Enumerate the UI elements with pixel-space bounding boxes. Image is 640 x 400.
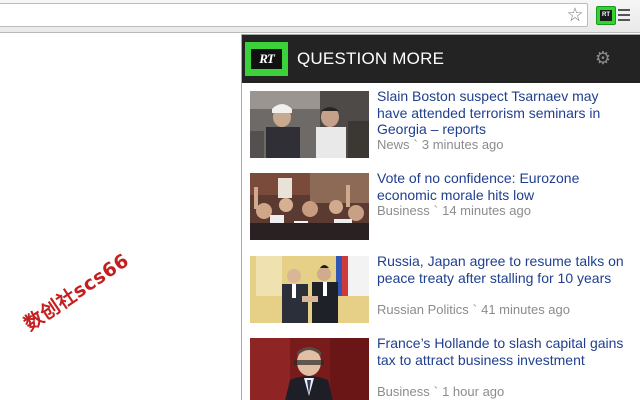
news-category: Russian Politics bbox=[377, 302, 469, 317]
news-headline-link[interactable]: Russia, Japan agree to resume talks on p… bbox=[377, 253, 627, 286]
news-category: Business bbox=[377, 384, 430, 399]
news-item[interactable]: Slain Boston suspect Tsarnaev may have a… bbox=[242, 83, 640, 161]
watermark-text: 数创社scs66 bbox=[20, 249, 134, 336]
news-timestamp: 41 minutes ago bbox=[481, 302, 571, 317]
popup-title: QUESTION MORE bbox=[297, 49, 445, 68]
news-timestamp: 3 minutes ago bbox=[421, 137, 504, 152]
rt-extension-logo-icon: RT bbox=[600, 10, 612, 21]
rt-extension-button[interactable]: RT bbox=[596, 6, 616, 25]
news-headline-link[interactable]: Vote of no confidence: Eurozone economic… bbox=[377, 170, 627, 203]
news-category: Business bbox=[377, 203, 430, 218]
news-item[interactable]: France’s Hollande to slash capital gains… bbox=[242, 330, 640, 400]
popup-header: RT QUESTION MORE ⚙ bbox=[242, 35, 640, 83]
news-item[interactable]: Russia, Japan agree to resume talks on p… bbox=[242, 248, 640, 326]
meta-separator: ` bbox=[433, 203, 439, 218]
news-timestamp: 1 hour ago bbox=[442, 384, 505, 399]
news-headline-link[interactable]: Slain Boston suspect Tsarnaev may have a… bbox=[377, 88, 627, 138]
news-item[interactable]: Vote of no confidence: Eurozone economic… bbox=[242, 165, 640, 243]
meta-separator: ` bbox=[472, 302, 478, 317]
news-meta: Business ` 1 hour ago bbox=[377, 384, 504, 400]
rt-logo-text: RT bbox=[251, 49, 282, 69]
news-meta: Business ` 14 minutes ago bbox=[377, 203, 531, 219]
news-meta: News ` 3 minutes ago bbox=[377, 137, 504, 153]
browser-toolbar: ☆ RT bbox=[0, 0, 640, 33]
meta-separator: ` bbox=[413, 137, 418, 152]
news-thumbnail-image[interactable] bbox=[250, 173, 369, 240]
news-thumbnail-image[interactable] bbox=[250, 256, 369, 323]
rt-news-popup: RT QUESTION MORE ⚙ Slain Boston suspect … bbox=[241, 34, 640, 400]
news-category: News bbox=[377, 137, 410, 152]
news-thumbnail-image[interactable] bbox=[250, 338, 369, 400]
news-headline-link[interactable]: France’s Hollande to slash capital gains… bbox=[377, 335, 627, 368]
news-thumbnail-image[interactable] bbox=[250, 91, 369, 158]
settings-gear-icon[interactable]: ⚙ bbox=[593, 49, 613, 69]
rt-logo: RT bbox=[245, 42, 288, 76]
news-meta: Russian Politics ` 41 minutes ago bbox=[377, 302, 570, 318]
browser-menu-icon[interactable] bbox=[618, 9, 632, 23]
bookmark-star-icon[interactable]: ☆ bbox=[565, 5, 585, 25]
news-timestamp: 14 minutes ago bbox=[442, 203, 531, 218]
address-bar[interactable] bbox=[0, 3, 588, 27]
meta-separator: ` bbox=[433, 384, 439, 399]
